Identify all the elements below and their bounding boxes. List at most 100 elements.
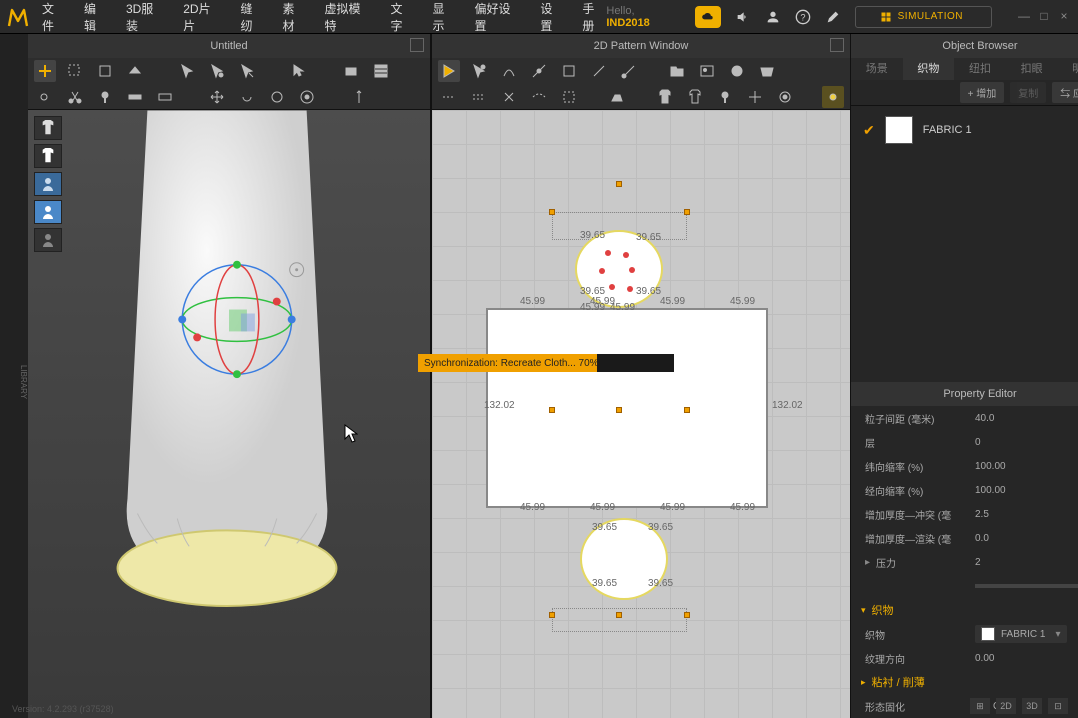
prop-pressure-slider[interactable] bbox=[851, 574, 1078, 598]
menu-settings[interactable]: 设置 bbox=[540, 0, 564, 34]
tab-fabric[interactable]: 织物 bbox=[903, 58, 955, 80]
tab-scene[interactable]: 场景 bbox=[851, 58, 903, 80]
fabric-label: FABRIC 1 bbox=[923, 124, 972, 136]
apply-button[interactable]: ⇆ 应用 bbox=[1052, 82, 1078, 103]
minimize-button[interactable]: — bbox=[1016, 9, 1032, 25]
menu-display[interactable]: 显示 bbox=[432, 0, 456, 34]
maximize-button[interactable]: □ bbox=[1036, 9, 1052, 25]
tool-edit-pt[interactable] bbox=[206, 60, 228, 82]
tool2d-tack[interactable] bbox=[714, 86, 736, 108]
tab-library[interactable]: LIBRARY bbox=[19, 365, 28, 399]
tool2d-line[interactable] bbox=[588, 60, 610, 82]
tool2d-iron[interactable] bbox=[606, 86, 628, 108]
menu-text[interactable]: 文字 bbox=[390, 0, 414, 34]
view-2d[interactable]: 2D bbox=[996, 698, 1016, 714]
section-bond[interactable]: ▸粘衬 / 削薄 bbox=[851, 670, 1078, 694]
tool-lasso[interactable] bbox=[94, 60, 116, 82]
tool-link[interactable] bbox=[34, 86, 56, 108]
tool-gizmo[interactable] bbox=[266, 86, 288, 108]
menu-manual[interactable]: 手册 bbox=[582, 0, 606, 34]
tool-freeselect[interactable] bbox=[124, 60, 146, 82]
tool-arrow[interactable] bbox=[176, 60, 198, 82]
tool2d-select[interactable] bbox=[438, 60, 460, 82]
menu-preferences[interactable]: 偏好设置 bbox=[474, 0, 522, 34]
tool2d-circle[interactable] bbox=[726, 60, 748, 82]
tab-button[interactable]: 纽扣 bbox=[954, 58, 1006, 80]
tool-pin[interactable] bbox=[94, 86, 116, 108]
tool-ruler[interactable] bbox=[154, 86, 176, 108]
tool2d-tshirt1[interactable] bbox=[654, 86, 676, 108]
tool-cursor[interactable] bbox=[288, 60, 310, 82]
view-3d[interactable]: 3D bbox=[1022, 698, 1042, 714]
add-button[interactable]: + 增加 bbox=[960, 82, 1005, 103]
view-grid[interactable]: ⊞ bbox=[970, 698, 990, 714]
user-icon[interactable] bbox=[765, 9, 781, 25]
app-logo-icon bbox=[6, 5, 30, 29]
viewport-2d[interactable]: 39.65 39.65 39.65 39.65 45.99 45.99 45.9… bbox=[432, 110, 850, 718]
fabric-item[interactable]: ✔ FABRIC 1 ▯ bbox=[851, 106, 1078, 154]
tool-select[interactable] bbox=[64, 60, 86, 82]
tool2d-sew4[interactable] bbox=[528, 86, 550, 108]
help-icon[interactable]: ? bbox=[795, 9, 811, 25]
tool2d-folder[interactable] bbox=[666, 60, 688, 82]
tool2d-rect[interactable] bbox=[558, 60, 580, 82]
popout-icon[interactable] bbox=[410, 38, 424, 52]
tool2d-snap[interactable] bbox=[774, 86, 796, 108]
tool-snap[interactable] bbox=[296, 86, 318, 108]
fabric-dropdown[interactable]: FABRIC 1▾ bbox=[975, 625, 1067, 643]
tool-scissors[interactable] bbox=[64, 86, 86, 108]
popout-icon[interactable] bbox=[830, 38, 844, 52]
pressure-slider[interactable] bbox=[975, 584, 1078, 588]
section-fabric[interactable]: ▾织物 bbox=[851, 598, 1078, 622]
tool2d-edit[interactable] bbox=[468, 60, 490, 82]
close-button[interactable]: × bbox=[1056, 9, 1072, 25]
menu-2d[interactable]: 2D片片 bbox=[183, 0, 222, 34]
tool2d-curve[interactable] bbox=[498, 60, 520, 82]
tool-move[interactable] bbox=[206, 86, 228, 108]
tool-add[interactable] bbox=[34, 60, 56, 82]
viewport-3d[interactable] bbox=[28, 110, 430, 718]
prop-warp-shrink: 经向缩率 (%)100.00 bbox=[851, 478, 1078, 502]
speaker-icon[interactable] bbox=[735, 9, 751, 25]
pattern-rect[interactable] bbox=[486, 308, 768, 508]
tool2d-pen[interactable] bbox=[618, 60, 640, 82]
copy-button[interactable]: 复制 bbox=[1010, 82, 1046, 103]
prop-thick-collision: 增加厚度—冲突 (毫2.5 bbox=[851, 502, 1078, 526]
tool2d-point[interactable] bbox=[528, 60, 550, 82]
browser-actions: + 增加 复制 ⇆ 应用 bbox=[851, 80, 1078, 106]
svg-text:?: ? bbox=[800, 12, 805, 22]
version-label: Version: 4.2.293 (r37528) bbox=[12, 704, 114, 714]
tool2d-sew2[interactable] bbox=[468, 86, 490, 108]
tab-topstitch[interactable]: 明线 bbox=[1057, 58, 1078, 80]
menu-file[interactable]: 文件 bbox=[42, 0, 66, 34]
fabric-swatch bbox=[885, 116, 913, 144]
tool-edit-curve[interactable] bbox=[236, 60, 258, 82]
tool2d-image[interactable] bbox=[696, 60, 718, 82]
tool2d-sew3[interactable] bbox=[498, 86, 520, 108]
tool2d-sew5[interactable] bbox=[558, 86, 580, 108]
prop-pressure: ▸压力 2 bbox=[851, 550, 1078, 574]
tool-texture[interactable] bbox=[370, 60, 392, 82]
prop-weft-shrink: 纬向缩率 (%)100.00 bbox=[851, 454, 1078, 478]
progress-bar: Synchronization: Recreate Cloth... 70% bbox=[418, 354, 674, 372]
simulation-toggle[interactable]: SIMULATION bbox=[855, 6, 992, 28]
tool2d-open[interactable] bbox=[756, 60, 778, 82]
view-split[interactable]: ⊡ bbox=[1048, 698, 1068, 714]
tool-wind[interactable] bbox=[348, 86, 370, 108]
menu-materials[interactable]: 素材 bbox=[283, 0, 307, 34]
tool-tape[interactable] bbox=[124, 86, 146, 108]
menu-sewing[interactable]: 缝纫 bbox=[241, 0, 265, 34]
browser-tabs: 场景 织物 纽扣 扣眼 明线 bbox=[851, 58, 1078, 80]
menu-edit[interactable]: 编辑 bbox=[84, 0, 108, 34]
brush-icon[interactable] bbox=[825, 9, 841, 25]
tool2d-highlight[interactable] bbox=[822, 86, 844, 108]
menu-3d[interactable]: 3D服装 bbox=[126, 0, 165, 34]
menu-avatar[interactable]: 虚拟模特 bbox=[325, 0, 373, 34]
tab-buttonhole[interactable]: 扣眼 bbox=[1006, 58, 1058, 80]
tool-print[interactable] bbox=[340, 60, 362, 82]
cloud-button[interactable] bbox=[695, 6, 721, 28]
tool2d-sew1[interactable] bbox=[438, 86, 460, 108]
tool2d-arrow-set[interactable] bbox=[744, 86, 766, 108]
tool-rotate[interactable] bbox=[236, 86, 258, 108]
tool2d-tshirt2[interactable] bbox=[684, 86, 706, 108]
